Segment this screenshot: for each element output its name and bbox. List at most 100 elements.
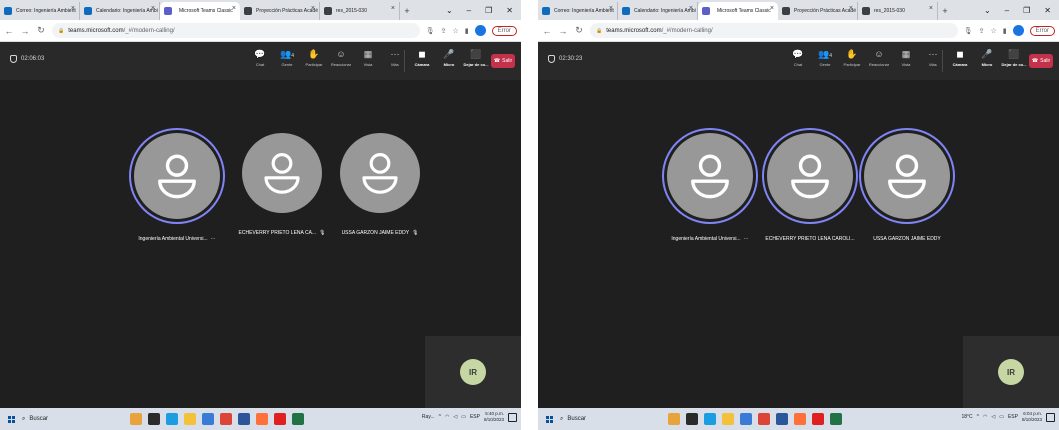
forward-arrow-icon[interactable]: → — [20, 26, 30, 36]
input-language[interactable]: ESP — [1008, 414, 1018, 420]
close-tab-icon[interactable]: × — [849, 5, 853, 12]
close-tab-icon[interactable]: × — [689, 5, 693, 12]
profile-avatar[interactable]: 👤 — [1012, 25, 1024, 36]
wifi-icon[interactable]: ◠ — [983, 414, 987, 420]
chrome-icon[interactable] — [220, 413, 232, 425]
store-icon[interactable] — [202, 413, 214, 425]
browser-tab[interactable]: Microsoft Teams Classic × — [160, 2, 240, 20]
show-hidden-icons[interactable]: ^ — [977, 414, 979, 420]
participant-tile[interactable]: USSA GARZON JAIME EDDY 🎙 — [320, 130, 440, 236]
chat-button[interactable]: 💬 Chat — [787, 48, 809, 67]
sidepanel-icon[interactable]: ▮ — [1003, 27, 1007, 35]
react-button[interactable]: ☺ Reaccionar — [330, 48, 352, 67]
firefox-icon[interactable] — [794, 413, 806, 425]
site-info-icon[interactable]: 🔒 — [58, 28, 64, 34]
new-tab-button[interactable]: + — [400, 2, 414, 20]
file-explorer-icon[interactable] — [184, 413, 196, 425]
browser-tab[interactable]: Proyección Prácticas Acadé × — [240, 2, 320, 20]
browser-tab[interactable]: Correo: Ingeniería Ambient × — [538, 2, 618, 20]
sidepanel-icon[interactable]: ▮ — [465, 27, 469, 35]
weather-text[interactable]: 18°C — [961, 414, 972, 420]
browser-tab[interactable]: Microsoft Teams Classic × — [698, 2, 778, 20]
firefox-icon[interactable] — [256, 413, 268, 425]
close-tab-icon[interactable]: × — [232, 5, 236, 12]
volume-icon[interactable]: ◁ — [991, 414, 995, 420]
self-video-tile[interactable]: IR — [963, 336, 1059, 408]
chat-button[interactable]: 💬 Chat — [249, 48, 271, 67]
participant-tile[interactable]: USSA GARZON JAIME EDDY — [847, 130, 967, 242]
star-icon[interactable]: ☆ — [453, 27, 459, 35]
chevron-down-icon[interactable]: ⌄ — [446, 6, 453, 15]
profile-avatar[interactable]: 👤 — [474, 25, 486, 36]
file-explorer-icon[interactable] — [722, 413, 734, 425]
mic-button[interactable]: 🎤 Micro — [438, 48, 460, 67]
task-view-icon[interactable] — [148, 413, 160, 425]
chrome-icon[interactable] — [758, 413, 770, 425]
url-field[interactable]: 🔒 teams.microsoft.com/_#/modern-calling/ — [52, 23, 420, 38]
close-window-icon[interactable]: ✕ — [1044, 6, 1051, 15]
leave-button[interactable]: ☎ Salir — [1029, 54, 1053, 68]
close-tab-icon[interactable]: × — [71, 5, 75, 12]
acrobat-icon[interactable] — [812, 413, 824, 425]
more-button[interactable]: ··· Más — [384, 48, 406, 67]
stop-sharing-button[interactable]: ⬛ Dejar de co... — [1002, 48, 1027, 67]
input-language[interactable]: ESP — [470, 414, 480, 420]
view-button[interactable]: ▦ Vista — [895, 48, 917, 67]
people-button[interactable]: 👥4 Gente — [276, 48, 298, 67]
browser-tab[interactable]: Correo: Ingeniería Ambient × — [0, 2, 80, 20]
notification-icon[interactable] — [508, 412, 517, 422]
volume-icon[interactable]: ◁ — [453, 414, 457, 420]
close-tab-icon[interactable]: × — [770, 5, 774, 12]
maximize-icon[interactable]: ❐ — [485, 6, 492, 15]
clock[interactable]: 5:40 p.m. 8/10/2023 — [484, 411, 504, 423]
share-icon[interactable]: ⇪ — [441, 27, 447, 35]
url-field[interactable]: 🔒 teams.microsoft.com/_#/modern-calling/ — [590, 23, 958, 38]
reload-icon[interactable]: ↻ — [574, 25, 584, 36]
browser-tab[interactable]: res_2015-030 × — [858, 2, 938, 20]
camera-button[interactable]: ◼ Cámara — [411, 48, 433, 67]
chevron-down-icon[interactable]: ⌄ — [984, 6, 991, 15]
browser-tab[interactable]: Calendario: Ingeniería Ambi × — [80, 2, 160, 20]
profile-error-chip[interactable]: Error — [1029, 25, 1055, 36]
show-hidden-icons[interactable]: ^ — [439, 414, 441, 420]
back-arrow-icon[interactable]: ← — [4, 26, 14, 36]
mic-icon[interactable]: 🎙 — [964, 27, 973, 35]
battery-icon[interactable]: ▭ — [461, 414, 466, 420]
wifi-icon[interactable]: ◠ — [445, 414, 449, 420]
edge-icon[interactable] — [704, 413, 716, 425]
profile-error-chip[interactable]: Error — [491, 25, 517, 36]
close-tab-icon[interactable]: × — [609, 5, 613, 12]
leave-button[interactable]: ☎ Salir — [491, 54, 515, 68]
tray-app-label[interactable]: Ray... — [422, 414, 435, 420]
word-icon[interactable] — [238, 413, 250, 425]
site-info-icon[interactable]: 🔒 — [596, 28, 602, 34]
maximize-icon[interactable]: ❐ — [1023, 6, 1030, 15]
view-button[interactable]: ▦ Vista — [357, 48, 379, 67]
start-button[interactable] — [538, 415, 560, 423]
more-button[interactable]: ··· Más — [922, 48, 944, 67]
self-video-tile[interactable]: IR — [425, 336, 521, 408]
react-button[interactable]: ☺ Reaccionar — [868, 48, 890, 67]
raise-hand-button[interactable]: ✋ Participar — [841, 48, 863, 67]
back-arrow-icon[interactable]: ← — [542, 26, 552, 36]
star-icon[interactable]: ☆ — [991, 27, 997, 35]
participant-tile[interactable]: Ingeniería Ambiental Universi... ··· — [117, 130, 237, 242]
more-options-icon[interactable]: ··· — [211, 236, 216, 242]
close-tab-icon[interactable]: × — [391, 5, 395, 12]
excel-icon[interactable] — [830, 413, 842, 425]
mic-icon[interactable]: 🎙 — [426, 27, 435, 35]
word-icon[interactable] — [776, 413, 788, 425]
mic-button[interactable]: 🎤 Micro — [976, 48, 998, 67]
task-view-icon[interactable] — [686, 413, 698, 425]
store-icon[interactable] — [740, 413, 752, 425]
browser-tab[interactable]: Calendario: Ingeniería Ambi × — [618, 2, 698, 20]
browser-tab[interactable]: res_2015-030 × — [320, 2, 400, 20]
reload-icon[interactable]: ↻ — [36, 25, 46, 36]
taskbar-search[interactable]: ⌕ Buscar — [22, 416, 112, 423]
battery-icon[interactable]: ▭ — [999, 414, 1004, 420]
people-button[interactable]: 👥4 Gente — [814, 48, 836, 67]
acrobat-icon[interactable] — [274, 413, 286, 425]
forward-arrow-icon[interactable]: → — [558, 26, 568, 36]
close-window-icon[interactable]: ✕ — [506, 6, 513, 15]
taskbar-search[interactable]: ⌕ Buscar — [560, 416, 650, 423]
